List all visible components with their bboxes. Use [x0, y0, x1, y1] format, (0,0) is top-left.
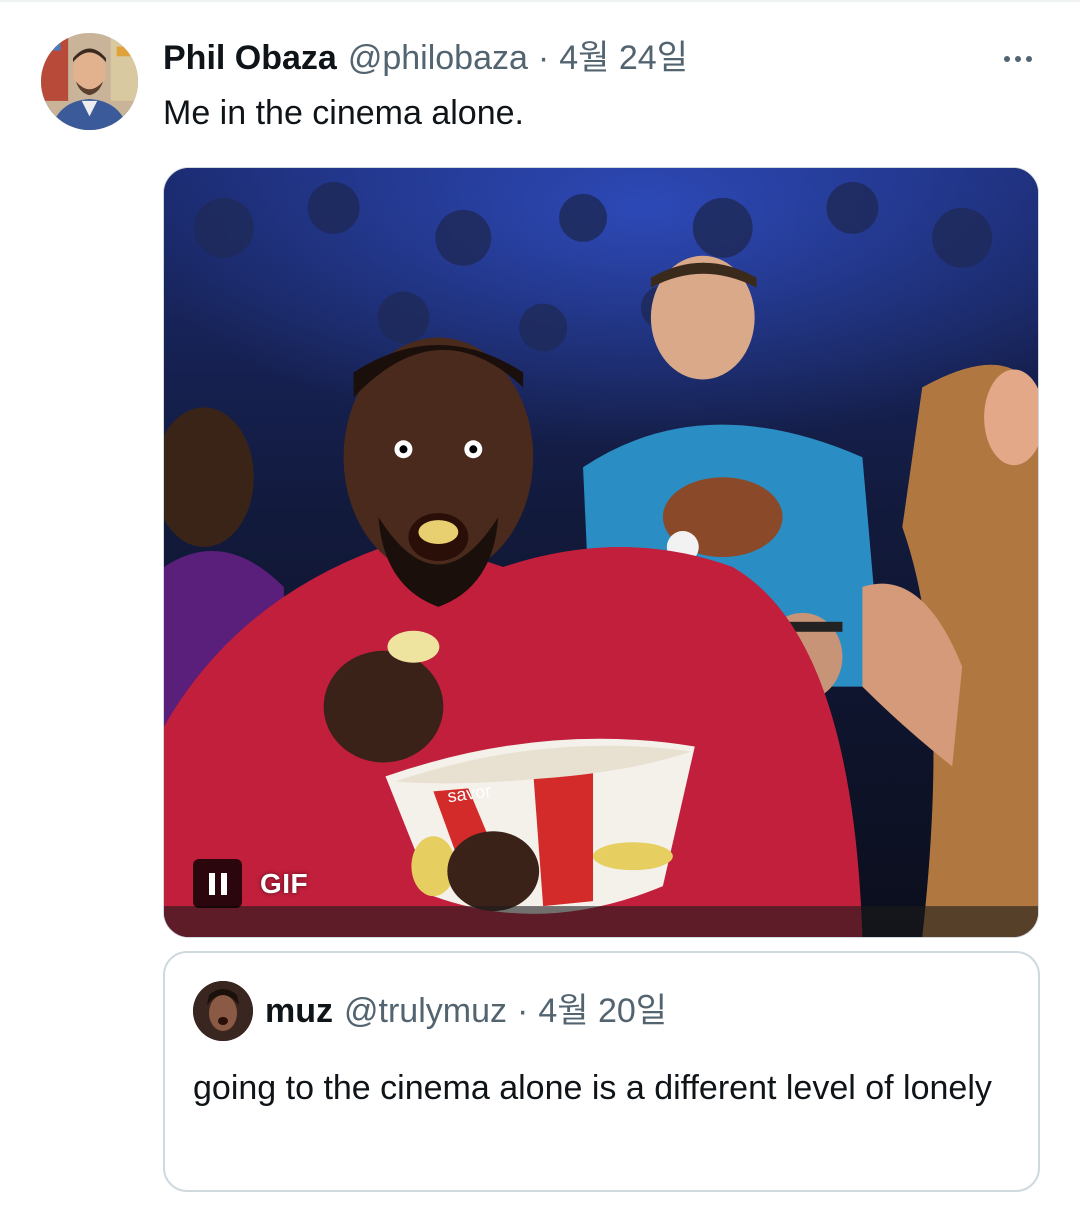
more-horizontal-icon [1015, 56, 1021, 62]
quoted-author-name[interactable]: muz [265, 989, 333, 1033]
quoted-tweet-date[interactable]: 4월 20일 [538, 989, 667, 1033]
top-divider [0, 0, 1080, 2]
quoted-tweet-text: going to the cinema alone is a different… [193, 1069, 992, 1107]
pause-icon [208, 872, 215, 895]
quoted-header-separator: · [516, 992, 529, 1030]
pause-button[interactable] [193, 859, 242, 908]
header-separator: · [537, 39, 550, 77]
quoted-tweet-header: muz @trulymuz · 4월 20일 [265, 989, 667, 1033]
tweet-date[interactable]: 4월 24일 [559, 36, 688, 80]
quoted-author-avatar[interactable] [193, 981, 253, 1041]
gif-frame-image: savor [164, 168, 1038, 937]
more-options-button[interactable] [996, 44, 1040, 74]
author-avatar-image [41, 33, 138, 130]
more-horizontal-icon [1004, 56, 1010, 62]
quoted-author-handle[interactable]: @trulymuz [344, 989, 507, 1033]
author-name[interactable]: Phil Obaza [163, 36, 337, 80]
tweet-text: Me in the cinema alone. [163, 94, 524, 132]
author-avatar[interactable] [41, 33, 138, 130]
gif-media[interactable]: savor [163, 167, 1039, 938]
quoted-avatar-image [193, 981, 253, 1041]
pause-icon [220, 872, 227, 895]
gif-badge: GIF [260, 867, 309, 899]
tweet-header: Phil Obaza @philobaza · 4월 24일 [163, 36, 688, 80]
gif-controls: GIF [193, 859, 308, 908]
more-horizontal-icon [1026, 56, 1032, 62]
author-handle[interactable]: @philobaza [348, 36, 528, 80]
